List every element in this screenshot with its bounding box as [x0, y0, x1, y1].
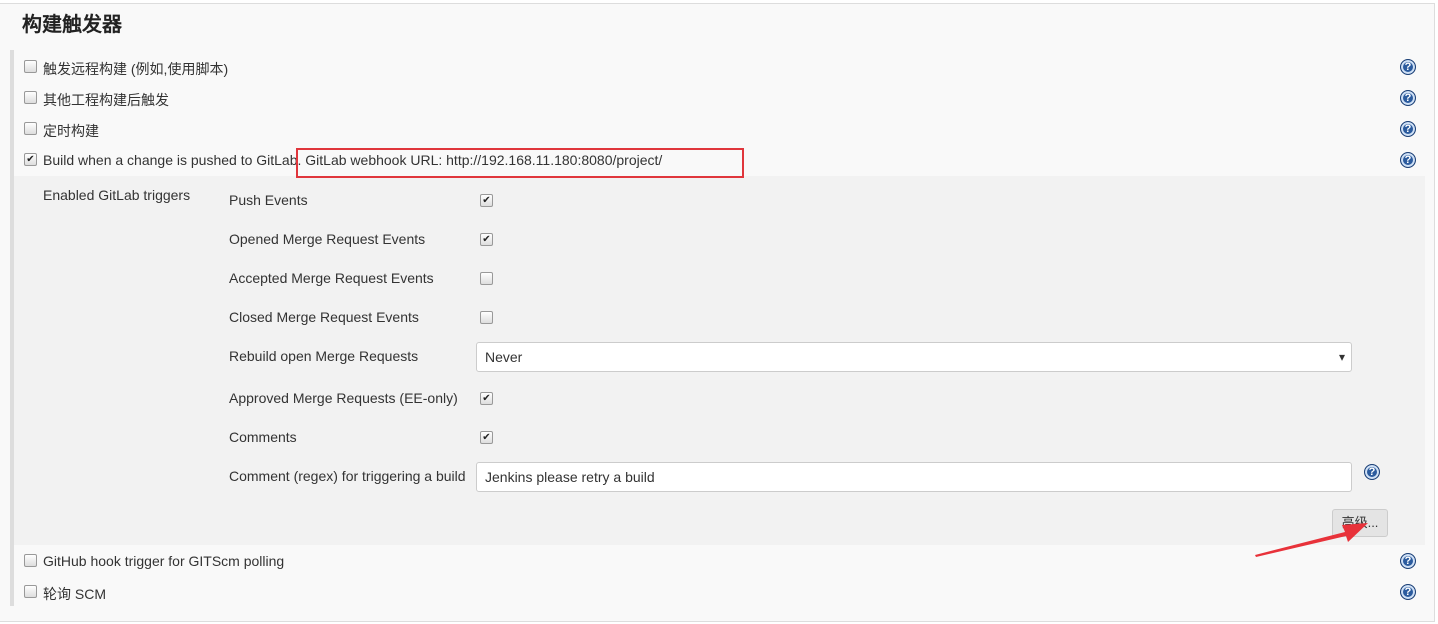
gitlab-option-label: Accepted Merge Request Events	[229, 270, 434, 286]
gitlab-option-label: Comments	[229, 429, 297, 445]
help-icon[interactable]: ?	[1400, 152, 1416, 168]
rebuild-merge-requests-select[interactable]: Never ▾	[476, 342, 1352, 372]
help-icon[interactable]: ?	[1400, 584, 1416, 600]
help-icon[interactable]: ?	[1400, 59, 1416, 75]
gitlab-option-checkbox[interactable]: ✔	[480, 392, 493, 405]
annotation-highlight-box	[296, 148, 744, 178]
help-icon[interactable]: ?	[1364, 464, 1380, 480]
trigger-checkbox[interactable]	[24, 60, 37, 73]
annotation-arrow	[1255, 523, 1368, 557]
comment-regex-input[interactable]: Jenkins please retry a build	[476, 462, 1352, 492]
gitlab-option-label: Comment (regex) for triggering a build	[229, 468, 466, 484]
gitlab-option-checkbox[interactable]: ✔	[480, 233, 493, 246]
trigger-checkbox[interactable]	[24, 585, 37, 598]
chevron-down-icon: ▾	[1338, 350, 1345, 364]
gitlab-option-label: Push Events	[229, 192, 308, 208]
help-icon[interactable]: ?	[1400, 121, 1416, 137]
trigger-checkbox[interactable]: ✔	[24, 153, 37, 166]
trigger-label: 定时构建	[43, 123, 99, 139]
trigger-checkbox[interactable]	[24, 122, 37, 135]
help-icon[interactable]: ?	[1400, 553, 1416, 569]
gitlab-option-label: Approved Merge Requests (EE-only)	[229, 390, 458, 406]
trigger-checkbox[interactable]	[24, 554, 37, 567]
gitlab-option-label: Opened Merge Request Events	[229, 231, 426, 247]
enabled-gitlab-triggers-label: Enabled GitLab triggers	[43, 187, 191, 203]
help-icon[interactable]: ?	[1400, 90, 1416, 106]
gitlab-option-checkbox[interactable]	[480, 311, 493, 324]
trigger-label: 轮询 SCM	[43, 586, 106, 602]
gitlab-option-checkbox[interactable]: ✔	[480, 431, 493, 444]
trigger-label: GitHub hook trigger for GITScm polling	[43, 553, 285, 569]
trigger-label: 其他工程构建后触发	[43, 92, 169, 108]
gitlab-option-label: Closed Merge Request Events	[229, 309, 419, 325]
trigger-label: 触发远程构建 (例如,使用脚本)	[43, 61, 229, 77]
trigger-checkbox[interactable]	[24, 91, 37, 104]
section-title: 构建触发器	[22, 14, 122, 36]
gitlab-option-checkbox[interactable]	[480, 272, 493, 285]
gitlab-option-checkbox[interactable]: ✔	[480, 194, 493, 207]
select-value: Never	[485, 349, 523, 365]
gitlab-option-label: Rebuild open Merge Requests	[229, 348, 419, 364]
